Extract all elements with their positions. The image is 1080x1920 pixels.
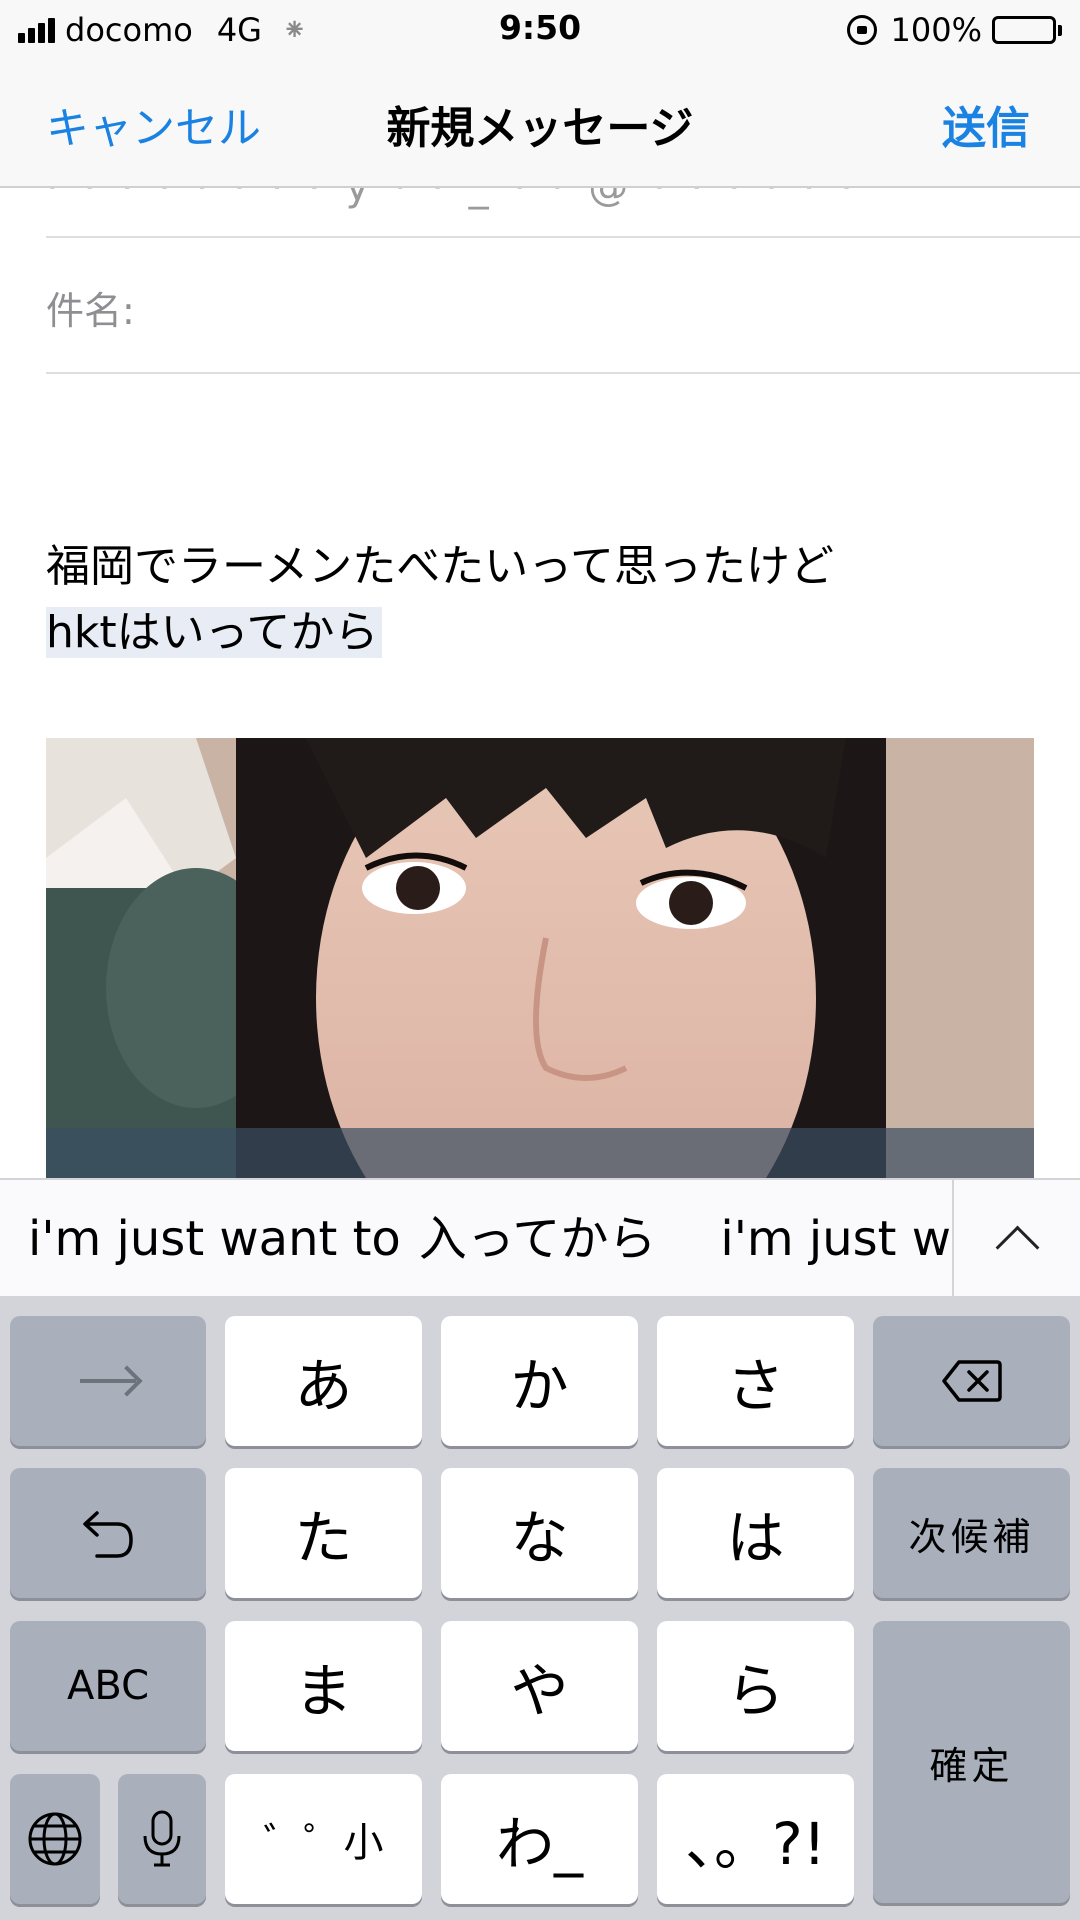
marked-text: hktはいってから (46, 607, 383, 658)
status-bar: docomo 4G ⁕ 9:50 100% (0, 0, 1080, 58)
next-candidate-key[interactable]: 次候補 (873, 1468, 1070, 1598)
key-ha[interactable]: は (657, 1468, 854, 1598)
recipient-field[interactable]: · · · · · · · · y · · _ · · @ · · · · · … (46, 188, 1080, 238)
backspace-icon (941, 1360, 1002, 1402)
subject-field[interactable]: 件名: (46, 238, 1080, 374)
subject-label: 件名: (46, 289, 135, 333)
undo-key[interactable] (10, 1468, 206, 1598)
navigation-bar: キャンセル 新規メッセージ 送信 (0, 58, 1080, 188)
key-ta[interactable]: た (225, 1468, 422, 1598)
confirm-label: 確定 (929, 1743, 1014, 1788)
key-ra[interactable]: ら (657, 1621, 854, 1751)
abc-key[interactable]: ABC (10, 1621, 206, 1751)
microphone-key[interactable] (118, 1774, 206, 1904)
message-body[interactable]: 福岡でラーメンたべたいって思ったけど hktはいってから (46, 534, 1036, 666)
photo-image (46, 738, 1034, 1178)
body-line-composing: hktはいってから (46, 600, 1036, 666)
candidate-item[interactable]: i'm just w (720, 1180, 951, 1298)
key-ka[interactable]: か (441, 1316, 638, 1446)
dakuten-label: ゛゜小 (263, 1820, 384, 1866)
undo-icon (83, 1511, 133, 1558)
expand-candidates-button[interactable] (954, 1180, 1080, 1298)
battery-percent: 100% (890, 11, 982, 49)
key-na[interactable]: な (441, 1468, 638, 1598)
rotation-lock-icon (846, 15, 877, 45)
backspace-key[interactable] (873, 1316, 1070, 1446)
abc-label: ABC (66, 1663, 150, 1709)
arrow-key[interactable] (10, 1316, 206, 1446)
kana-keyboard: あ か さ た な は 次候補 ABC ま や ら 確定 ゛゜小 わ_ 、。?! (0, 1296, 1080, 1920)
candidate-list: i'm just want to 入ってから i'm just w (28, 1180, 952, 1298)
globe-icon (28, 1812, 82, 1866)
battery-icon (992, 16, 1062, 44)
predictive-candidates-bar: i'm just want to 入ってから i'm just w (0, 1178, 1080, 1298)
candidate-item[interactable]: 入ってから (419, 1180, 657, 1298)
next-candidate-label: 次候補 (908, 1514, 1035, 1559)
key-ya[interactable]: や (441, 1621, 638, 1751)
body-line: 福岡でラーメンたべたいって思ったけど (46, 541, 835, 592)
key-a[interactable]: あ (225, 1316, 422, 1446)
chevron-up-icon (995, 1225, 1039, 1269)
recipient-partial-text: · · · · · · · · y · · _ · · @ · · · · · … (46, 188, 859, 210)
status-right: 100% (846, 10, 1062, 50)
candidate-item[interactable]: i'm just want to (28, 1180, 401, 1298)
confirm-key[interactable]: 確定 (873, 1621, 1070, 1903)
send-button[interactable]: 送信 (942, 92, 1030, 156)
key-sa[interactable]: さ (657, 1316, 854, 1446)
microphone-icon (143, 1810, 181, 1867)
dakuten-key[interactable]: ゛゜小 (225, 1774, 422, 1904)
key-wa[interactable]: わ_ (441, 1774, 638, 1904)
attached-photo[interactable] (46, 738, 1034, 1178)
page-title: 新規メッセージ (386, 103, 694, 154)
punctuation-key[interactable]: 、。?! (657, 1774, 854, 1904)
globe-key[interactable] (10, 1774, 100, 1904)
arrow-right-icon (80, 1379, 136, 1383)
key-ma[interactable]: ま (225, 1621, 422, 1751)
